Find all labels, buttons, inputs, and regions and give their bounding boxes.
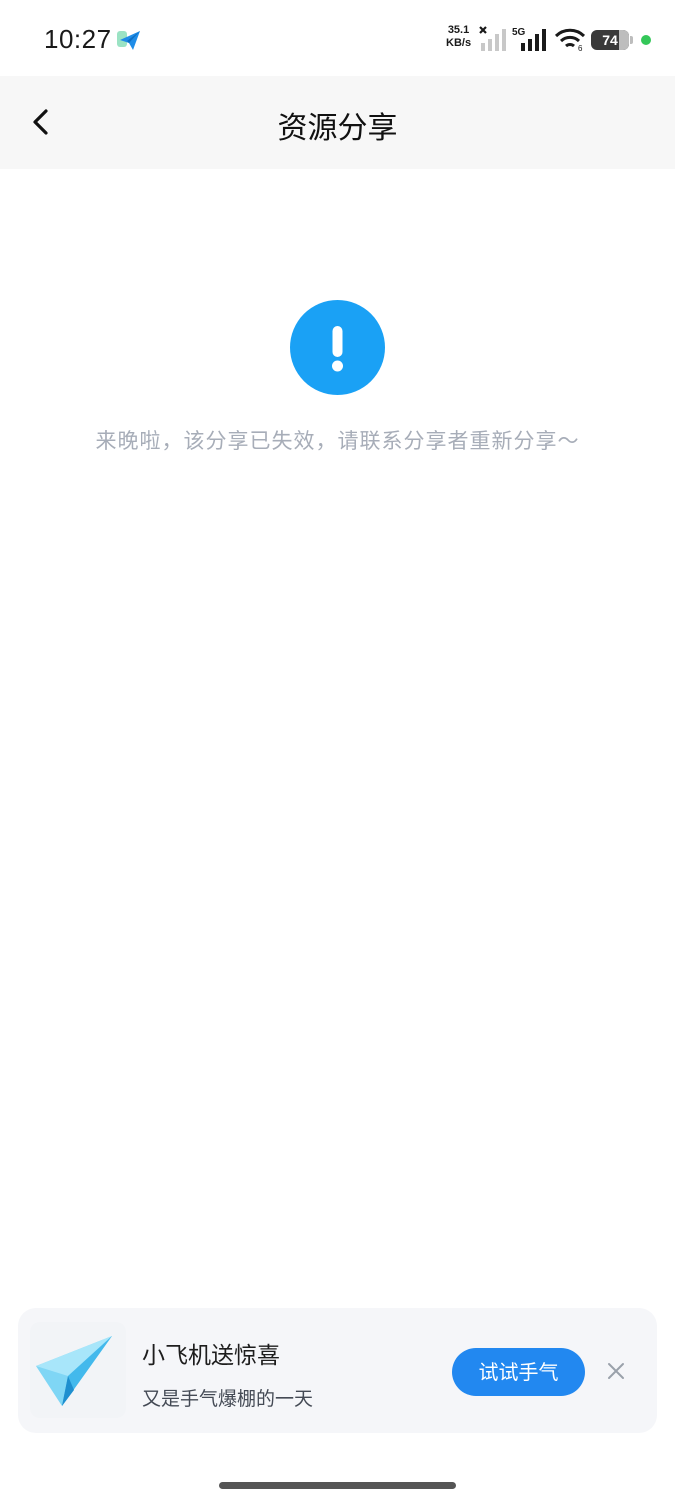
paper-plane-icon: [30, 1322, 126, 1418]
privacy-indicator-dot: [641, 35, 651, 45]
network-speed-unit: KB/s: [446, 37, 472, 49]
signal-5g-icon: 5G: [512, 27, 546, 51]
wifi-icon: 6: [554, 28, 586, 52]
paper-plane-graphic: [36, 1336, 112, 1406]
network-speed: 35.1 KB/s: [446, 24, 471, 50]
home-indicator[interactable]: [219, 1482, 456, 1489]
close-icon: [608, 1363, 624, 1379]
close-button[interactable]: [603, 1358, 629, 1384]
promo-banner[interactable]: 小飞机送惊喜 又是手气爆棚的一天 试试手气: [18, 1308, 657, 1433]
try-luck-button[interactable]: 试试手气: [452, 1348, 585, 1396]
svg-text:6: 6: [578, 44, 583, 52]
battery-indicator: 74: [591, 30, 633, 50]
battery-level: 74: [602, 32, 618, 48]
battery-cap: [630, 36, 633, 44]
expired-message: 来晚啦，该分享已失效，请联系分享者重新分享～: [95, 429, 580, 453]
network-speed-value: 35.1: [447, 24, 470, 36]
exclamation-circle-icon: [290, 300, 385, 395]
signal-off-icon: [479, 26, 506, 51]
send-plane-icon: [117, 31, 140, 50]
header: 资源分享: [0, 76, 675, 169]
promo-title: 小飞机送惊喜: [142, 1343, 280, 1369]
battery-body: 74: [591, 30, 629, 50]
status-bar: 10:27 35.1 KB/s 5G 6 74: [0, 0, 675, 76]
exclamation-glyph: [332, 326, 343, 372]
status-time: 10:27: [44, 24, 112, 54]
promo-subtitle: 又是手气爆棚的一天: [142, 1388, 314, 1410]
page-title: 资源分享: [277, 111, 398, 146]
network-type-label: 5G: [512, 27, 526, 38]
